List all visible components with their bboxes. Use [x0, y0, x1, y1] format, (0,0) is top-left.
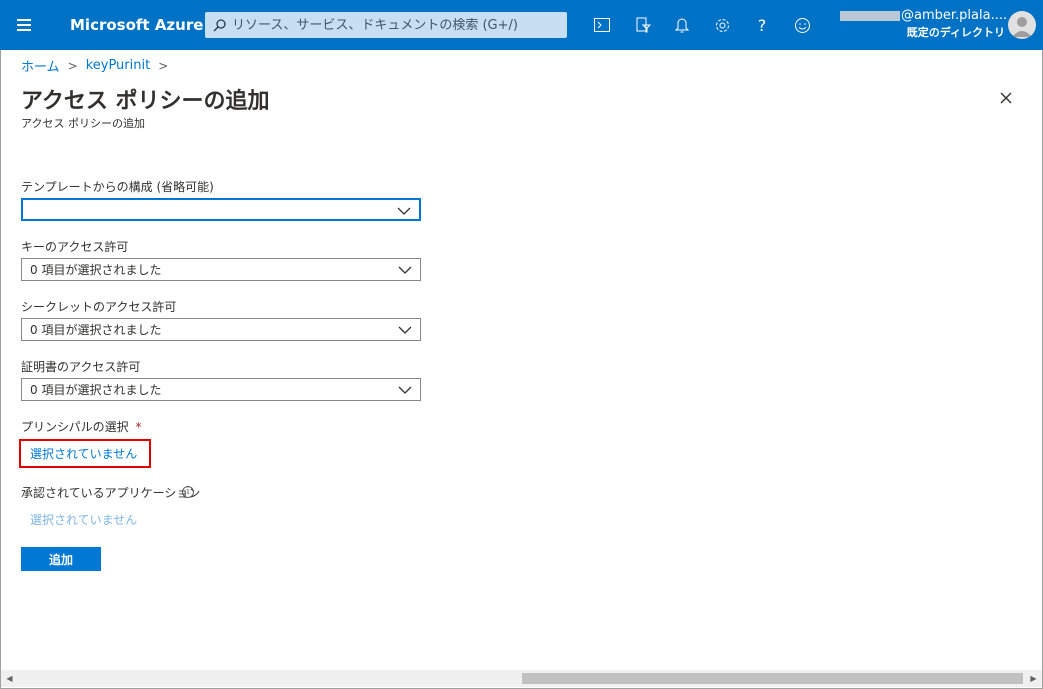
- avatar[interactable]: [1008, 11, 1036, 39]
- required-asterisk: *: [135, 420, 142, 434]
- account-directory: 既定のディレクトリ: [906, 26, 1005, 39]
- settings-icon[interactable]: [710, 13, 734, 37]
- breadcrumb-home[interactable]: ホーム: [21, 56, 60, 75]
- authorized-app-label: 承認されているアプリケーション: [21, 486, 201, 500]
- chevron-down-icon: [398, 326, 412, 334]
- notifications-icon[interactable]: [670, 13, 694, 37]
- certificate-permissions-value: 0 項目が選択されました: [30, 383, 162, 397]
- authorized-app-link: 選択されていません: [30, 513, 138, 527]
- close-icon[interactable]: [996, 88, 1016, 108]
- chevron-down-icon: [398, 386, 412, 394]
- feedback-icon[interactable]: [790, 13, 814, 37]
- add-button[interactable]: 追加: [21, 547, 101, 571]
- template-label: テンプレートからの構成 (省略可能): [21, 180, 214, 194]
- key-permissions-label: キーのアクセス許可: [21, 240, 129, 254]
- horizontal-scrollbar[interactable]: ◀ ▶: [1, 670, 1042, 687]
- search-box[interactable]: [205, 12, 567, 38]
- breadcrumb-separator: >: [158, 58, 169, 73]
- page-subtitle: アクセス ポリシーの追加: [21, 117, 145, 130]
- account-info[interactable]: @amber.plala.... 既定のディレクトリ: [840, 8, 1007, 40]
- secret-permissions-value: 0 項目が選択されました: [30, 323, 162, 337]
- info-icon[interactable]: i: [182, 486, 194, 498]
- page-title: アクセス ポリシーの追加: [21, 89, 270, 114]
- breadcrumb-keyvault[interactable]: keyPurinit: [86, 58, 151, 73]
- chevron-down-icon: [398, 266, 412, 274]
- key-permissions-dropdown[interactable]: 0 項目が選択されました: [21, 258, 421, 281]
- certificate-permissions-label: 証明書のアクセス許可: [21, 360, 141, 374]
- brand-name[interactable]: Microsoft Azure: [70, 16, 203, 34]
- cloud-shell-icon[interactable]: [590, 13, 614, 37]
- redacted-block: [840, 10, 900, 21]
- top-bar: Microsoft Azure ? @amber.plala.... 既定のディ…: [0, 0, 1043, 50]
- scroll-left-icon[interactable]: ◀: [1, 670, 18, 687]
- breadcrumb: ホーム > keyPurinit >: [21, 56, 168, 75]
- secret-permissions-label: シークレットのアクセス許可: [21, 300, 177, 314]
- template-dropdown[interactable]: [21, 198, 421, 221]
- certificate-permissions-dropdown[interactable]: 0 項目が選択されました: [21, 378, 421, 401]
- chevron-down-icon: [397, 207, 411, 215]
- menu-icon[interactable]: [10, 12, 38, 38]
- search-input[interactable]: [232, 17, 552, 33]
- directory-filter-icon[interactable]: [631, 13, 655, 37]
- account-email: @amber.plala....: [840, 8, 1007, 23]
- breadcrumb-separator: >: [67, 58, 78, 73]
- scroll-right-icon[interactable]: ▶: [1025, 670, 1042, 687]
- search-icon: [213, 18, 226, 31]
- help-icon[interactable]: ?: [750, 13, 774, 37]
- principal-select-link[interactable]: 選択されていません: [30, 445, 137, 462]
- scrollbar-thumb[interactable]: [522, 673, 1023, 684]
- principal-label: プリンシパルの選択 *: [21, 420, 142, 434]
- secret-permissions-dropdown[interactable]: 0 項目が選択されました: [21, 318, 421, 341]
- key-permissions-value: 0 項目が選択されました: [30, 263, 162, 277]
